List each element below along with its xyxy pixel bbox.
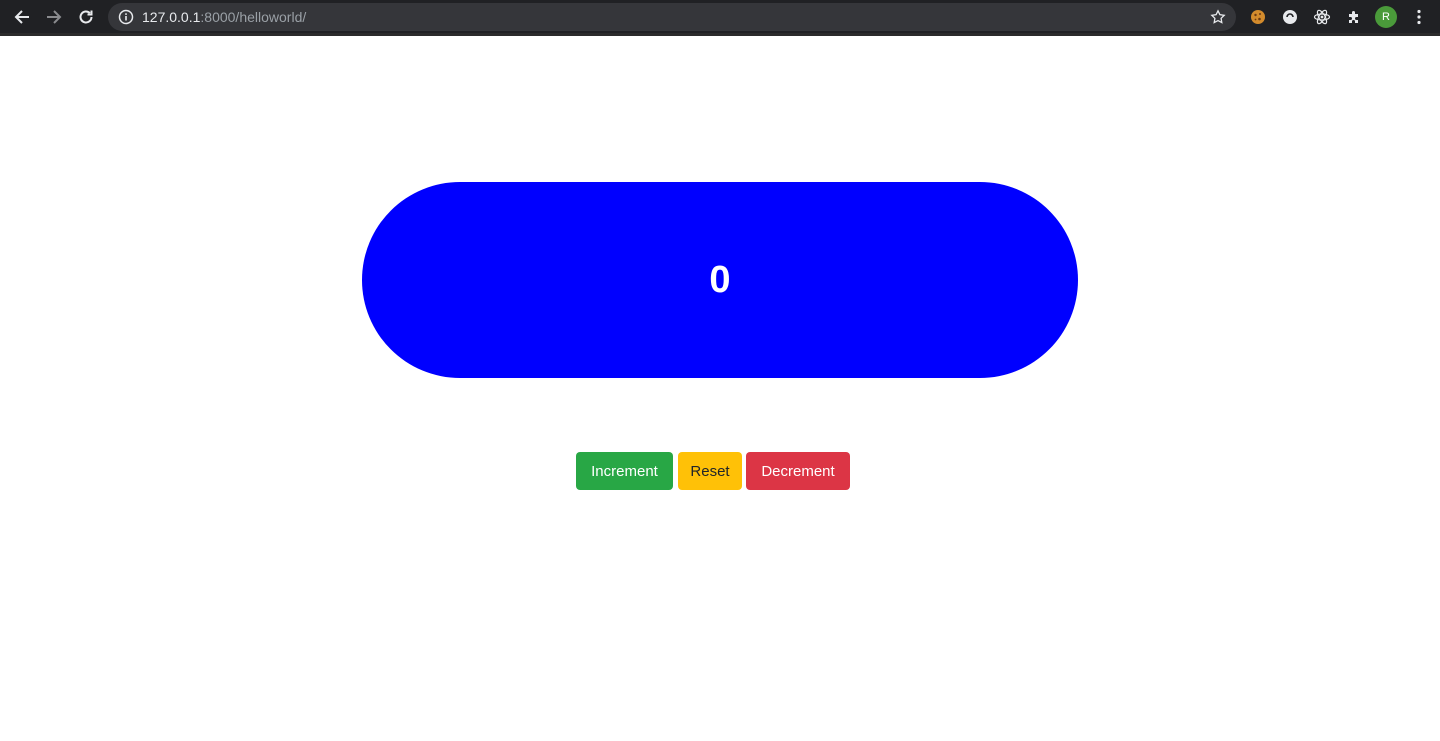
increment-button[interactable]: Increment <box>576 452 673 490</box>
arrow-left-icon[interactable] <box>10 5 34 29</box>
kebab-menu-icon[interactable] <box>1410 8 1428 26</box>
cookie-icon[interactable] <box>1249 8 1267 26</box>
puzzle-icon[interactable] <box>1345 8 1363 26</box>
decrement-button[interactable]: Decrement <box>746 452 850 490</box>
circle-extension-icon[interactable] <box>1281 8 1299 26</box>
profile-avatar[interactable]: R <box>1375 6 1397 28</box>
reset-button[interactable]: Reset <box>678 452 742 490</box>
info-icon[interactable] <box>118 9 134 25</box>
counter-value: 0 <box>709 258 731 301</box>
address-bar[interactable]: 127.0.0.1:8000/helloworld/ <box>108 3 1236 31</box>
url-path: :8000/helloworld/ <box>200 9 307 25</box>
star-icon[interactable] <box>1210 9 1226 25</box>
react-atom-icon[interactable] <box>1313 8 1331 26</box>
reload-icon[interactable] <box>74 5 98 29</box>
url-text: 127.0.0.1:8000/helloworld/ <box>142 9 306 25</box>
arrow-right-icon[interactable] <box>42 5 66 29</box>
url-host: 127.0.0.1 <box>142 9 201 25</box>
browser-toolbar: 127.0.0.1:8000/helloworld/ R <box>0 0 1440 36</box>
counter-display: 0 <box>362 182 1078 378</box>
